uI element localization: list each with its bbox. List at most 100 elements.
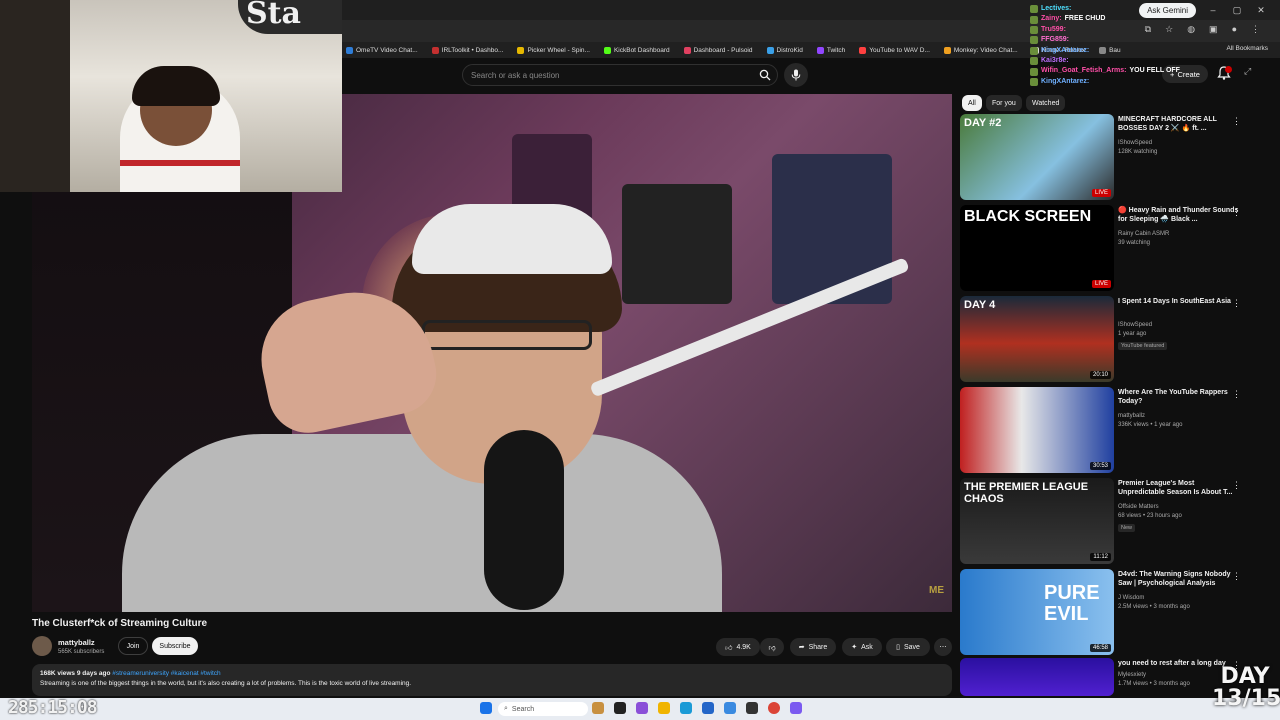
chat-username: FFG859: xyxy=(1041,36,1070,44)
video-menu-icon[interactable]: ⋮ xyxy=(1232,571,1241,582)
bookmark-item[interactable]: Dashboard - Pulsoid xyxy=(683,46,753,54)
taskbar-app-icon[interactable] xyxy=(746,702,758,714)
dislike-button[interactable]: 👎︎ xyxy=(760,638,784,656)
bookmark-favicon-icon xyxy=(816,46,824,54)
chip-all[interactable]: All xyxy=(962,95,982,111)
chip-for-you[interactable]: For you xyxy=(986,95,1022,111)
chat-username: Lectives: xyxy=(1041,5,1072,12)
recommended-video-title[interactable]: I Spent 14 Days In SouthEast Asia xyxy=(1118,298,1240,307)
bookmark-favicon-icon xyxy=(683,46,691,54)
duration-badge: 20:10 xyxy=(1089,371,1111,379)
bookmark-label: KickBot Dashboard xyxy=(613,46,670,54)
bookmark-item[interactable]: Twitch xyxy=(816,46,845,54)
description-meta: 168K views 9 days ago #streameruniversit… xyxy=(40,670,944,677)
thumbnail-text: BLACK SCREEN xyxy=(964,208,1092,225)
taskbar-app-icon[interactable] xyxy=(790,702,802,714)
recommended-channel[interactable]: Offside Matters xyxy=(1118,504,1159,510)
all-bookmarks-link[interactable]: All Bookmarks xyxy=(1226,45,1268,52)
video-menu-icon[interactable]: ⋮ xyxy=(1232,116,1241,127)
browser-menu-icon[interactable]: ⋮ xyxy=(1251,24,1260,35)
more-actions-icon[interactable]: ⋯ xyxy=(934,638,952,656)
video-thumbnail[interactable]: DAY 4 20:10 xyxy=(960,296,1114,382)
taskbar-search[interactable]: ⌕ Search xyxy=(498,702,588,716)
share-button[interactable]: ➦ Share xyxy=(790,638,836,656)
bookmark-favicon-icon xyxy=(943,46,951,54)
video-thumbnail[interactable]: THE PREMIER LEAGUE CHAOS 11:12 xyxy=(960,478,1114,564)
recommended-video-title[interactable]: Where Are The YouTube Rappers Today? xyxy=(1118,389,1240,407)
recommended-video[interactable]: PURE EVIL 46:58 D4vd: The Warning Signs No… xyxy=(960,569,1260,655)
bookmark-item[interactable]: KickBot Dashboard xyxy=(603,46,670,54)
video-description[interactable]: 168K views 9 days ago #streameruniversit… xyxy=(32,664,952,696)
join-button[interactable]: Join xyxy=(118,637,148,655)
video-thumbnail[interactable]: DAY #2 LIVE xyxy=(960,114,1114,200)
file-explorer-icon[interactable] xyxy=(658,702,670,714)
taskbar-app-icon[interactable] xyxy=(614,702,626,714)
recommended-video-title[interactable]: 🔴 Heavy Rain and Thunder Sounds for Slee… xyxy=(1118,207,1240,225)
chat-message: Lectives: xyxy=(1030,4,1230,14)
video-menu-icon[interactable]: ⋮ xyxy=(1232,207,1241,218)
video-thumbnail[interactable]: PURE EVIL 46:58 xyxy=(960,569,1114,655)
video-menu-icon[interactable]: ⋮ xyxy=(1232,480,1241,491)
recommended-meta: 2.5M views • 3 months ago xyxy=(1118,604,1190,610)
chat-username: Zainy: xyxy=(1041,15,1062,23)
recommended-channel[interactable]: mattyballz xyxy=(1118,413,1145,419)
bookmark-label: DistroKid xyxy=(776,46,803,54)
recommended-channel[interactable]: Rainy Cabin ASMR xyxy=(1118,231,1169,237)
chrome-icon[interactable] xyxy=(768,702,780,714)
bookmark-item[interactable]: IRLToolkit • Dashbo... xyxy=(431,46,503,54)
close-icon[interactable]: ✕ xyxy=(1254,5,1268,16)
bookmark-item[interactable]: YouTube to WAV D... xyxy=(859,46,930,54)
video-thumbnail[interactable] xyxy=(960,658,1114,696)
edge-browser-icon[interactable] xyxy=(680,702,692,714)
bookmark-item[interactable]: Picker Wheel - Spin... xyxy=(517,46,590,54)
bookmark-icon: ▯ xyxy=(896,644,900,651)
recommended-meta: 68 views • 23 hours ago xyxy=(1118,513,1182,519)
expand-icon[interactable]: ⤢ xyxy=(1244,66,1251,77)
recommended-channel[interactable]: IShowSpeed xyxy=(1118,322,1152,328)
profile-icon[interactable]: ● xyxy=(1232,24,1237,35)
video-menu-icon[interactable]: ⋮ xyxy=(1232,298,1241,309)
windows-start-icon[interactable] xyxy=(480,702,492,714)
facecam-sign-text: Sta xyxy=(246,0,301,31)
recommended-video-title[interactable]: D4vd: The Warning Signs Nobody Saw | Psy… xyxy=(1118,571,1240,589)
recommended-video-title[interactable]: Premier League's Most Unpredictable Seas… xyxy=(1118,480,1240,498)
like-button[interactable]: 👍︎ 4.9K xyxy=(716,638,760,656)
bookmark-item[interactable]: OmeTV Video Chat... xyxy=(346,46,418,54)
taskbar-app-icon[interactable] xyxy=(724,702,736,714)
recommended-video[interactable]: DAY 4 20:10 I Spent 14 Days In SouthEast A… xyxy=(960,296,1260,382)
ask-button[interactable]: ✦ Ask xyxy=(842,638,882,656)
recommended-video[interactable]: BLACK SCREEN LIVE 🔴 Heavy Rain and Thunder… xyxy=(960,205,1260,291)
recommended-video[interactable]: 30:53 Where Are The YouTube Rappers Today… xyxy=(960,387,1260,473)
taskbar-app-icon[interactable] xyxy=(702,702,714,714)
save-button[interactable]: ▯ Save xyxy=(886,638,930,656)
chat-badge-icon xyxy=(1030,46,1038,55)
recommended-channel[interactable]: Mylesxiety xyxy=(1118,672,1146,678)
recommended-meta: 1.7M views • 3 months ago xyxy=(1118,681,1190,687)
recommended-video[interactable]: DAY #2 LIVE MINECRAFT HARDCORE ALL BOSSES … xyxy=(960,114,1260,200)
video-thumbnail[interactable]: BLACK SCREEN LIVE xyxy=(960,205,1114,291)
chat-username: KingXAntarez: xyxy=(1041,46,1090,54)
recommended-channel[interactable]: J Wisdom xyxy=(1118,595,1144,601)
search-input[interactable]: Search or ask a question xyxy=(462,64,778,86)
stream-timer: 285:15:08 xyxy=(8,697,98,718)
recommended-channel[interactable]: IShowSpeed xyxy=(1118,140,1152,146)
microphone-icon[interactable] xyxy=(784,63,808,87)
recommended-video[interactable]: THE PREMIER LEAGUE CHAOS 11:12 Premier Lea… xyxy=(960,478,1260,564)
recommended-video-title[interactable]: MINECRAFT HARDCORE ALL BOSSES DAY 2 ⚔️ 🔥… xyxy=(1118,116,1240,134)
video-thumbnail[interactable]: 30:53 xyxy=(960,387,1114,473)
bookmark-label: OmeTV Video Chat... xyxy=(356,46,418,54)
channel-name[interactable]: mattyballz xyxy=(58,638,95,647)
bookmark-item[interactable]: Monkey: Video Chat... xyxy=(943,46,1018,54)
video-menu-icon[interactable]: ⋮ xyxy=(1232,389,1241,400)
bookmark-favicon-icon xyxy=(346,46,353,54)
hashtags[interactable]: #streameruniversity #kaicenat #twitch xyxy=(112,670,220,677)
maximize-icon[interactable]: ▢ xyxy=(1230,5,1244,16)
taskbar-app-icon[interactable] xyxy=(636,702,648,714)
subscribe-button[interactable]: Subscribe xyxy=(152,637,198,655)
chat-username: Wifin_Goat_Fetish_Arms: xyxy=(1041,67,1127,75)
search-icon[interactable] xyxy=(752,64,778,86)
description-text: Streaming is one of the biggest things i… xyxy=(40,680,412,687)
taskbar-app-icon[interactable] xyxy=(592,702,604,714)
bookmark-item[interactable]: DistroKid xyxy=(766,46,803,54)
avatar[interactable] xyxy=(32,636,52,656)
